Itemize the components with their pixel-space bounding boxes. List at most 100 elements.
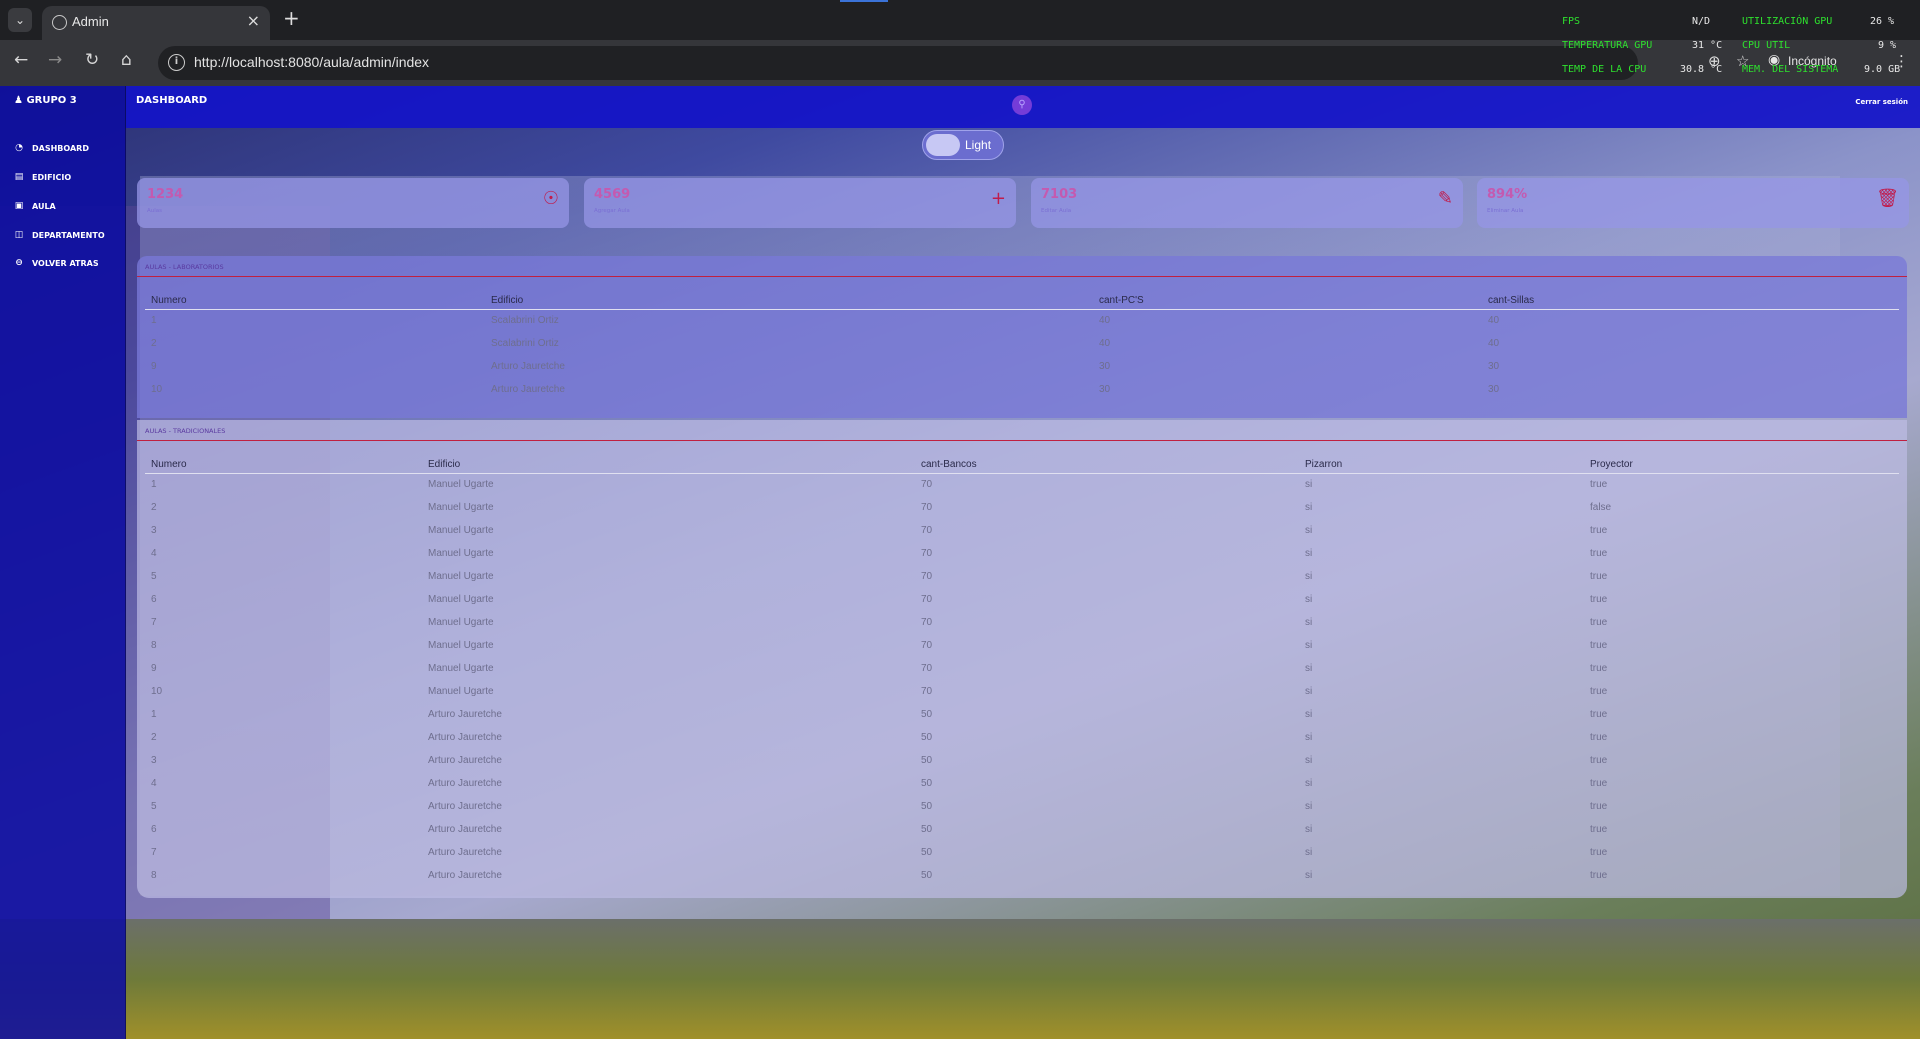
sidebar-brand-label: GRUPO 3: [26, 95, 77, 106]
card-eliminar-aula[interactable]: 894% Eliminar Aula 🗑: [1477, 178, 1909, 228]
back-arrow-icon[interactable]: ←: [14, 50, 28, 70]
table-row: 2 Scalabrini Ortiz 40 40: [145, 332, 1899, 355]
table-cell: si: [1305, 755, 1313, 766]
card-editar-aula[interactable]: 7103 Editar Aula ✎: [1031, 178, 1463, 228]
sidebar-item-volver-atras[interactable]: ⊖ VOLVER ATRAS: [14, 258, 99, 268]
sidebar-item-label: VOLVER ATRAS: [32, 258, 99, 268]
tab-title: Admin: [72, 14, 109, 29]
table-cell: true: [1590, 594, 1608, 605]
table-cell: true: [1590, 870, 1608, 881]
table-cell: 50: [921, 870, 933, 881]
new-tab-button[interactable]: +: [283, 6, 300, 30]
table-row: 1 Arturo Jauretche 50 si true: [145, 703, 1899, 726]
table-cell: si: [1305, 663, 1313, 674]
table-row: 2 Manuel Ugarte 70 si false: [145, 496, 1899, 519]
top-bar: DASHBOARD ⚲ Cerrar sesión: [126, 86, 1920, 128]
sidebar-item-aula[interactable]: ▣ AULA: [14, 201, 56, 211]
table-row: 6 Arturo Jauretche 50 si true: [145, 818, 1899, 841]
column-header: cant-Bancos: [915, 456, 1299, 474]
card-value: 1234: [147, 187, 184, 202]
table-cell: 30: [1099, 361, 1111, 372]
reload-icon[interactable]: ↻: [85, 50, 99, 70]
table-cell: 40: [1099, 315, 1111, 327]
card-value: 4569: [594, 187, 631, 202]
page-title: DASHBOARD: [136, 95, 208, 106]
overlay-cpu-temp-value: 30.8 °C: [1680, 64, 1723, 75]
table-cell: 6: [151, 594, 157, 605]
table-cell: Manuel Ugarte: [428, 617, 494, 628]
theme-toggle[interactable]: Light: [922, 130, 1004, 160]
eye-icon[interactable]: ☉: [543, 189, 559, 209]
browser-tab-bar: ⌄ Admin × +: [0, 0, 1920, 40]
table-cell: Manuel Ugarte: [428, 686, 494, 697]
table-row: 4 Manuel Ugarte 70 si true: [145, 542, 1899, 565]
table-header-row: Numero Edificio cant-PC'S cant-Sillas: [145, 292, 1899, 310]
card-aulas[interactable]: 1234 Aulas ☉: [137, 178, 569, 228]
department-icon: ◫: [14, 230, 24, 240]
sidebar-item-label: DASHBOARD: [32, 143, 89, 153]
user-group-icon: ♟: [14, 95, 23, 106]
table-cell: 30: [1488, 384, 1500, 395]
card-label: Eliminar Aula: [1487, 208, 1524, 214]
table-row: 10 Manuel Ugarte 70 si true: [145, 680, 1899, 703]
tab-search-chevron-icon[interactable]: ⌄: [8, 8, 32, 32]
table-row: 3 Manuel Ugarte 70 si true: [145, 519, 1899, 542]
sidebar-item-departamento[interactable]: ◫ DEPARTAMENTO: [14, 230, 105, 240]
table-cell: true: [1590, 525, 1608, 536]
table-cell: true: [1590, 732, 1608, 743]
site-info-icon[interactable]: i: [168, 54, 185, 71]
overlay-cpu-util-value: 9 %: [1878, 40, 1897, 51]
browser-tab[interactable]: Admin ×: [42, 6, 270, 40]
table-header-row: Numero Edificio cant-Bancos Pizarron Pro…: [145, 456, 1899, 474]
table-cell: true: [1590, 755, 1608, 766]
table-cell: true: [1590, 640, 1608, 651]
table-row: 8 Arturo Jauretche 50 si true: [145, 864, 1899, 887]
table-row: 2 Arturo Jauretche 50 si true: [145, 726, 1899, 749]
url-text[interactable]: http://localhost:8080/aula/admin/index: [194, 54, 429, 70]
sidebar-item-label: EDIFICIO: [32, 172, 72, 182]
home-icon[interactable]: ⌂: [121, 50, 132, 70]
table-cell: Manuel Ugarte: [428, 640, 494, 651]
sidebar-item-dashboard[interactable]: ◔ DASHBOARD: [14, 143, 89, 153]
table-cell: Scalabrini Ortiz: [491, 315, 559, 327]
divider: [137, 276, 1907, 277]
table-cell: 1: [151, 479, 157, 491]
column-header: Pizarron: [1299, 456, 1584, 474]
table-row: 9 Manuel Ugarte 70 si true: [145, 657, 1899, 680]
edit-icon[interactable]: ✎: [1438, 189, 1453, 209]
column-header: Edificio: [485, 292, 1093, 310]
table-cell: true: [1590, 571, 1608, 582]
table-cell: 4: [151, 778, 157, 789]
table-cell: true: [1590, 847, 1608, 858]
plus-icon[interactable]: +: [991, 189, 1006, 209]
forward-arrow-icon[interactable]: →: [48, 50, 62, 70]
table-cell: Arturo Jauretche: [428, 709, 502, 720]
table-cell: 40: [1488, 338, 1500, 349]
table-cell: si: [1305, 640, 1313, 651]
table-cell: 8: [151, 640, 157, 651]
card-agregar-aula[interactable]: 4569 Agregar Aula +: [584, 178, 1016, 228]
address-bar[interactable]: i http://localhost:8080/aula/admin/index: [158, 46, 1638, 80]
table-cell: 7: [151, 847, 157, 858]
close-tab-icon[interactable]: ×: [247, 11, 260, 30]
table-row: 9 Arturo Jauretche 30 30: [145, 355, 1899, 378]
trash-icon[interactable]: 🗑: [1876, 189, 1899, 209]
table-cell: 8: [151, 870, 157, 881]
overlay-fps-label: FPS: [1562, 16, 1581, 27]
table-cell: Manuel Ugarte: [428, 502, 494, 513]
sidebar-brand[interactable]: ♟ GRUPO 3: [14, 95, 77, 106]
traditional-panel-title: AULAS - TRADICIONALES: [145, 427, 226, 435]
table-cell: 3: [151, 525, 157, 536]
dashboard-gauge-icon: ◔: [15, 143, 23, 153]
sidebar-item-edificio[interactable]: ▤ EDIFICIO: [14, 172, 71, 182]
search-icon[interactable]: ⚲: [1012, 95, 1032, 115]
overlay-gpu-util-value: 26 %: [1870, 16, 1895, 27]
column-header: cant-Sillas: [1482, 292, 1899, 310]
table-cell: false: [1590, 502, 1612, 513]
table-cell: 50: [921, 709, 933, 720]
logout-link[interactable]: Cerrar sesión: [1855, 98, 1908, 106]
table-cell: 70: [921, 663, 933, 674]
table-cell: 70: [921, 686, 933, 697]
table-cell: Arturo Jauretche: [491, 384, 565, 395]
table-cell: Arturo Jauretche: [428, 870, 502, 881]
